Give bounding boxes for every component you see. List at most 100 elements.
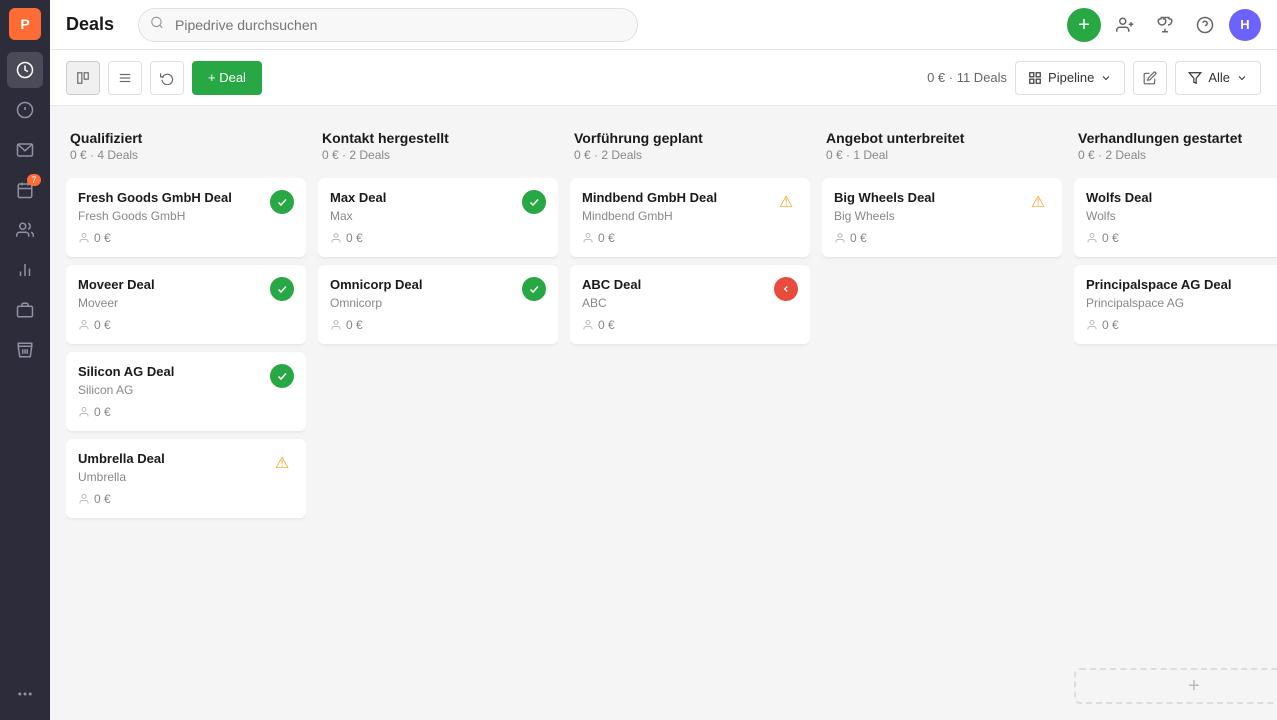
edit-pipeline-button[interactable] [1133,61,1167,95]
sidebar-item-calendar[interactable]: 7 [7,172,43,208]
column-meta-qualifiziert: 0 € · 4 Deals [70,148,302,162]
deal-amount: 0 € [346,231,363,245]
table-row[interactable]: Mindbend GmbH Deal Mindbend GmbH ⚠ 0 € [570,178,810,257]
warning-icon: ⚠ [270,451,294,475]
pipeline-chevron-icon [1100,72,1112,84]
table-row[interactable]: Wolfs Deal Wolfs 0 € [1074,178,1277,257]
table-row[interactable]: Silicon AG Deal Silicon AG 0 € [66,352,306,431]
deal-amount: 0 € [94,231,111,245]
calendar-badge: 7 [27,174,41,186]
sidebar-item-products[interactable] [7,292,43,328]
table-row[interactable]: Moveer Deal Moveer 0 € [66,265,306,344]
search-input[interactable] [138,8,638,42]
deal-info: ABC Deal ABC [582,277,641,310]
deal-info: Moveer Deal Moveer [78,277,155,310]
refresh-view-button[interactable] [150,61,184,95]
deal-footer: 0 € [78,318,294,332]
column-title-qualifiziert: Qualifiziert [70,130,302,146]
add-people-button[interactable] [1109,9,1141,41]
column-header-kontakt: Kontakt hergestellt0 € · 2 Deals [318,122,558,170]
column-vorfuehrung: Vorführung geplant0 € · 2 Deals Mindbend… [570,122,810,704]
global-add-button[interactable]: + [1067,8,1101,42]
deal-card-header: Big Wheels Deal Big Wheels ⚠ [834,190,1050,223]
deal-amount: 0 € [850,231,867,245]
deal-info: Max Deal Max [330,190,386,223]
filter-button[interactable]: Alle [1175,61,1261,95]
deal-name: ABC Deal [582,277,641,294]
table-row[interactable]: Big Wheels Deal Big Wheels ⚠ 0 € [822,178,1062,257]
person-icon [1086,319,1098,331]
table-row[interactable]: Max Deal Max 0 € [318,178,558,257]
person-icon [582,232,594,244]
app-logo: P [9,8,41,40]
status-green-icon [522,190,546,214]
sidebar-item-feed[interactable] [7,52,43,88]
sidebar-item-marketplace[interactable] [7,332,43,368]
deal-info: Umbrella Deal Umbrella [78,451,165,484]
sidebar-item-contacts[interactable] [7,212,43,248]
deal-amount: 0 € [94,405,111,419]
deal-card-header: Umbrella Deal Umbrella ⚠ [78,451,294,484]
cards-area-angebot: Big Wheels Deal Big Wheels ⚠ 0 € [822,178,1062,704]
deal-info: Fresh Goods GmbH Deal Fresh Goods GmbH [78,190,232,223]
sidebar-item-email[interactable] [7,132,43,168]
table-row[interactable]: ABC Deal ABC 0 € [570,265,810,344]
column-meta-angebot: 0 € · 1 Deal [826,148,1058,162]
person-icon [78,493,90,505]
deal-name: Mindbend GmbH Deal [582,190,717,207]
deal-footer: 0 € [582,318,798,332]
deal-card-header: Wolfs Deal Wolfs [1086,190,1277,223]
trophy-button[interactable] [1149,9,1181,41]
page-title: Deals [66,14,126,35]
column-meta-vorfuehrung: 0 € · 2 Deals [574,148,806,162]
deal-footer: 0 € [78,492,294,506]
deal-company: Mindbend GmbH [582,209,717,223]
status-green-icon [522,277,546,301]
deal-name: Silicon AG Deal [78,364,174,381]
deal-footer: 0 € [834,231,1050,245]
topbar-actions: + H [1067,8,1261,42]
warning-icon: ⚠ [774,190,798,214]
warning-icon: ⚠ [1026,190,1050,214]
deal-amount: 0 € [346,318,363,332]
deal-name: Big Wheels Deal [834,190,935,207]
deal-card-header: Max Deal Max [330,190,546,223]
search-icon [150,15,164,34]
deal-info: Omnicorp Deal Omnicorp [330,277,422,310]
add-deal-button[interactable]: + Deal [192,61,262,95]
sidebar-item-reports[interactable] [7,252,43,288]
kanban-view-button[interactable] [66,61,100,95]
deal-name: Wolfs Deal [1086,190,1152,207]
deal-info: Silicon AG Deal Silicon AG [78,364,174,397]
deal-amount: 0 € [598,231,615,245]
pipeline-selector[interactable]: Pipeline [1015,61,1125,95]
deal-card-header: ABC Deal ABC [582,277,798,310]
table-row[interactable]: Umbrella Deal Umbrella ⚠ 0 € [66,439,306,518]
list-view-button[interactable] [108,61,142,95]
cards-area-verhandlungen: Wolfs Deal Wolfs 0 € Principalspace AG D… [1074,178,1277,660]
column-meta-verhandlungen: 0 € · 2 Deals [1078,148,1277,162]
status-green-icon [270,190,294,214]
user-avatar-button[interactable]: H [1229,9,1261,41]
deal-name: Principalspace AG Deal [1086,277,1231,294]
deal-company: Umbrella [78,470,165,484]
column-header-qualifiziert: Qualifiziert 0 € · 4 Deals [66,122,306,170]
deal-company: Silicon AG [78,383,174,397]
table-row[interactable]: Principalspace AG Deal Principalspace AG… [1074,265,1277,344]
deal-company: ABC [582,296,641,310]
table-row[interactable]: Omnicorp Deal Omnicorp 0 € [318,265,558,344]
help-button[interactable] [1189,9,1221,41]
sidebar: P 7 [0,0,50,720]
table-row[interactable]: Fresh Goods GmbH Deal Fresh Goods GmbH 0… [66,178,306,257]
sidebar-item-deals[interactable] [7,92,43,128]
toolbar-stats: 0 € · 11 Deals [927,70,1007,85]
deal-info: Principalspace AG Deal Principalspace AG [1086,277,1231,310]
deal-info: Wolfs Deal Wolfs [1086,190,1152,223]
search-bar [138,8,638,42]
sidebar-item-more[interactable] [7,676,43,712]
deal-card-header: Omnicorp Deal Omnicorp [330,277,546,310]
toolbar: + Deal 0 € · 11 Deals Pipeline Alle [50,50,1277,106]
column-header-vorfuehrung: Vorführung geplant0 € · 2 Deals [570,122,810,170]
add-card-button[interactable]: + [1074,668,1277,704]
person-icon [834,232,846,244]
